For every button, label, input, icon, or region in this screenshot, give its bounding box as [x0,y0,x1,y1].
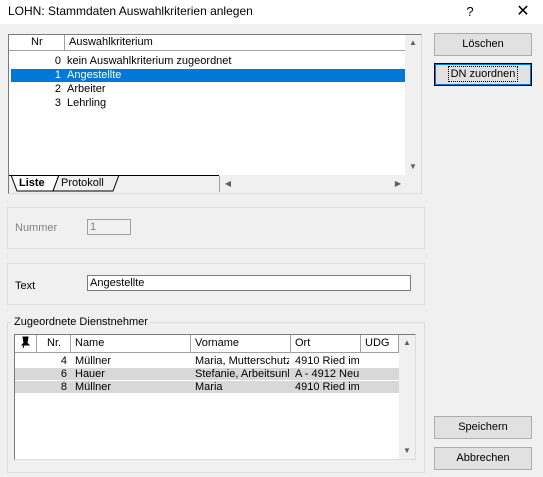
list-item-text: Lehrling [67,97,107,109]
close-icon[interactable]: ✕ [508,2,538,22]
save-button[interactable]: Speichern [434,416,532,439]
cell-nr: 8 [60,381,67,393]
tab-liste[interactable]: Liste [19,177,45,189]
list-item-text: Angestellte [67,69,122,81]
criteria-list-hscrollbar[interactable]: ◀ ▶ [219,176,406,192]
nummer-field: 1 [87,219,131,235]
column-header-vorname[interactable]: Vorname [191,335,291,353]
window-title: LOHN: Stammdaten Auswahlkriterien anlege… [8,4,253,18]
list-item-nr: 0 [54,55,61,67]
help-icon[interactable]: ? [455,2,485,22]
cell-nr: 4 [60,355,67,367]
cell-ort: 4910 Ried im [295,381,359,393]
list-item-nr: 3 [54,97,61,109]
scroll-up-icon[interactable]: ▲ [399,335,415,351]
nummer-panel: Nummer 1 [7,207,425,249]
tab-protokoll[interactable]: Protokoll [61,177,104,189]
table-row[interactable]: 8 Müllner Maria 4910 Ried im [15,381,399,393]
table-row[interactable]: 4 Müllner Maria, Mutterschutz 4910 Ried … [15,355,399,367]
column-header-icon[interactable] [15,335,37,353]
list-item-text: Arbeiter [67,83,106,95]
scroll-right-icon[interactable]: ▶ [390,176,406,192]
criteria-list-vscrollbar[interactable]: ▲ ▼ [405,35,421,175]
list-item-text: kein Auswahlkriterium zugeordnet [67,55,232,67]
pin-icon [20,336,31,349]
criteria-list-header: Nr Auswahlkriterium [9,35,405,51]
column-header-auswahlkriterium[interactable]: Auswahlkriterium [65,35,405,51]
column-header-name[interactable]: Name [71,335,191,353]
assign-employees-button[interactable]: DN zuordnen [434,63,532,86]
column-header-nr[interactable]: Nr [9,35,65,51]
delete-button[interactable]: Löschen [434,33,532,56]
text-panel: Text Angestellte [7,263,425,305]
cell-ort: 4910 Ried im [295,355,359,367]
scroll-down-icon[interactable]: ▼ [405,159,421,175]
employees-grid: Nr. Name Vorname Ort UDG 4 Müllner Maria… [14,334,416,460]
list-item-nr: 2 [54,83,61,95]
cell-name: Müllner [75,355,112,367]
employees-group-title: Zugeordnete Dienstnehmer [12,316,150,328]
column-header-udg[interactable]: UDG [361,335,399,353]
nummer-label: Nummer [15,222,58,234]
title-bar: LOHN: Stammdaten Auswahlkriterien anlege… [0,0,543,24]
cell-name: Hauer [75,368,105,380]
cell-vorname: Maria, Mutterschutz [195,355,289,367]
criteria-list: Nr Auswahlkriterium 0 kein Auswahlkriter… [8,34,422,194]
tab-strip: Liste Protokoll ◀ ▶ [9,175,421,193]
cell-vorname: Maria [195,381,223,393]
cell-ort: A - 4912 Neu [295,368,359,380]
list-item[interactable]: 0 kein Auswahlkriterium zugeordnet [11,55,405,68]
list-item[interactable]: 3 Lehrling [11,97,405,110]
text-input[interactable]: Angestellte [87,275,411,291]
scroll-left-icon[interactable]: ◀ [220,176,236,192]
assign-employees-label: DN zuordnen [447,66,519,82]
cell-nr: 6 [60,368,67,380]
list-item-selected[interactable]: 1 Angestellte [11,69,405,82]
text-label: Text [15,280,36,292]
scroll-down-icon[interactable]: ▼ [399,443,415,459]
scroll-up-icon[interactable]: ▲ [405,35,421,51]
column-header-nr[interactable]: Nr. [37,335,71,353]
list-item[interactable]: 2 Arbeiter [11,83,405,96]
cancel-button[interactable]: Abbrechen [434,447,532,470]
cell-vorname: Stefanie, Arbeitsunl [195,368,289,380]
column-header-ort[interactable]: Ort [291,335,361,353]
table-row[interactable]: 6 Hauer Stefanie, Arbeitsunl A - 4912 Ne… [15,368,399,380]
list-item-nr: 1 [54,69,61,81]
employees-vscrollbar[interactable]: ▲ ▼ [399,335,415,459]
cell-name: Müllner [75,381,112,393]
